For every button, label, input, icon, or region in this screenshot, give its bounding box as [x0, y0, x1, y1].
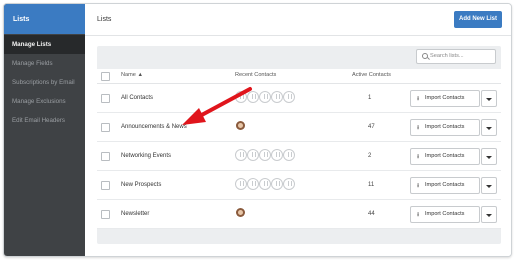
sidebar-item-label: Manage Exclusions [12, 98, 66, 105]
search-icon [422, 53, 428, 59]
import-contacts-button[interactable]: ⭳ Import Contacts [410, 148, 480, 165]
select-all-checkbox[interactable] [101, 72, 110, 81]
import-contacts-button[interactable]: ⭳ Import Contacts [410, 206, 480, 223]
table-row: Newsletter 44 ⭳ Import Contacts [97, 200, 501, 229]
empty-avatar-icon [247, 178, 259, 190]
table-row: All Contacts 1 ⭳ Import Contacts [97, 84, 501, 113]
lists-panel: Search lists... Name ▲ Recent Contacts A… [97, 46, 501, 244]
empty-avatar-icon [283, 178, 295, 190]
table-row: Announcements & News 47 ⭳ Import Contact… [97, 113, 501, 142]
import-contacts-label: Import Contacts [425, 182, 465, 188]
active-contacts-count: 2 [368, 153, 372, 159]
list-name[interactable]: New Prospects [121, 182, 161, 188]
app-window: Lists Manage Lists Manage Fields Subscri… [3, 3, 512, 257]
row-checkbox[interactable] [101, 210, 110, 219]
list-name[interactable]: Networking Events [121, 153, 171, 159]
add-new-list-button[interactable]: Add New List [454, 11, 502, 28]
row-actions-dropdown[interactable] [481, 148, 497, 165]
list-name[interactable]: Announcements & News [121, 124, 187, 130]
import-contacts-label: Import Contacts [425, 211, 465, 217]
contact-avatar [236, 121, 245, 130]
empty-avatar-icon [247, 149, 259, 161]
import-contacts-button[interactable]: ⭳ Import Contacts [410, 177, 480, 194]
sidebar-item-label: Edit Email Headers [12, 117, 65, 124]
column-header-name[interactable]: Name ▲ [121, 72, 143, 78]
sidebar-header: Lists [4, 4, 85, 34]
page-title: Lists [97, 16, 112, 23]
sidebar-item-manage-lists[interactable]: Manage Lists [4, 35, 85, 54]
column-header-active-contacts: Active Contacts [352, 72, 391, 78]
lists-table: Name ▲ Recent Contacts Active Contacts A… [97, 69, 501, 229]
empty-avatar-icon [235, 178, 247, 190]
row-checkbox[interactable] [101, 94, 110, 103]
row-actions-dropdown[interactable] [481, 90, 497, 107]
sidebar-header-label: Lists [13, 16, 30, 23]
top-bar: Lists Add New List [85, 4, 511, 36]
active-contacts-count: 47 [368, 124, 375, 130]
table-row: New Prospects 11 ⭳ Import Contacts [97, 171, 501, 200]
empty-avatar-icon [283, 91, 295, 103]
empty-avatar-icon [235, 149, 247, 161]
active-contacts-count: 44 [368, 211, 375, 217]
list-name[interactable]: All Contacts [121, 95, 153, 101]
empty-avatar-icon [283, 149, 295, 161]
search-input[interactable]: Search lists... [416, 49, 496, 64]
table-header: Name ▲ Recent Contacts Active Contacts [97, 69, 501, 84]
empty-avatar-icon [235, 91, 247, 103]
import-contacts-label: Import Contacts [425, 95, 465, 101]
list-name[interactable]: Newsletter [121, 211, 149, 217]
row-actions-dropdown[interactable] [481, 206, 497, 223]
empty-avatar-icon [259, 91, 271, 103]
empty-avatar-icon [271, 149, 283, 161]
sidebar-item-label: Subscriptions by Email [12, 79, 75, 86]
sidebar-item-edit-email-headers[interactable]: Edit Email Headers [4, 111, 85, 130]
row-checkbox[interactable] [101, 123, 110, 132]
row-checkbox[interactable] [101, 181, 110, 190]
download-arrow-icon: ⭳ [417, 125, 420, 131]
active-contacts-count: 1 [368, 95, 372, 101]
empty-avatar-icon [247, 91, 259, 103]
sidebar-item-label: Manage Fields [12, 60, 53, 67]
import-contacts-button[interactable]: ⭳ Import Contacts [410, 90, 480, 107]
import-contacts-label: Import Contacts [425, 124, 465, 130]
row-checkbox[interactable] [101, 152, 110, 161]
download-arrow-icon: ⭳ [417, 154, 420, 160]
row-actions-dropdown[interactable] [481, 119, 497, 136]
sidebar-item-manage-exclusions[interactable]: Manage Exclusions [4, 92, 85, 111]
row-actions-dropdown[interactable] [481, 177, 497, 194]
active-contacts-count: 11 [368, 182, 375, 188]
download-arrow-icon: ⭳ [417, 212, 420, 218]
sidebar-item-subscriptions-by-email[interactable]: Subscriptions by Email [4, 73, 85, 92]
empty-avatar-icon [259, 178, 271, 190]
sidebar: Lists Manage Lists Manage Fields Subscri… [4, 4, 85, 256]
column-header-recent-contacts: Recent Contacts [235, 72, 277, 78]
import-contacts-button[interactable]: ⭳ Import Contacts [410, 119, 480, 136]
contact-avatar [236, 208, 245, 217]
empty-avatar-icon [271, 178, 283, 190]
download-arrow-icon: ⭳ [417, 183, 420, 189]
sidebar-item-label: Manage Lists [12, 41, 52, 48]
search-placeholder: Search lists... [430, 53, 464, 59]
download-arrow-icon: ⭳ [417, 96, 420, 102]
empty-avatar-icon [259, 149, 271, 161]
sidebar-item-manage-fields[interactable]: Manage Fields [4, 54, 85, 73]
import-contacts-label: Import Contacts [425, 153, 465, 159]
main-content: Lists Add New List Search lists... Name … [85, 4, 511, 256]
table-row: Networking Events 2 ⭳ Import Contacts [97, 142, 501, 171]
empty-avatar-icon [271, 91, 283, 103]
